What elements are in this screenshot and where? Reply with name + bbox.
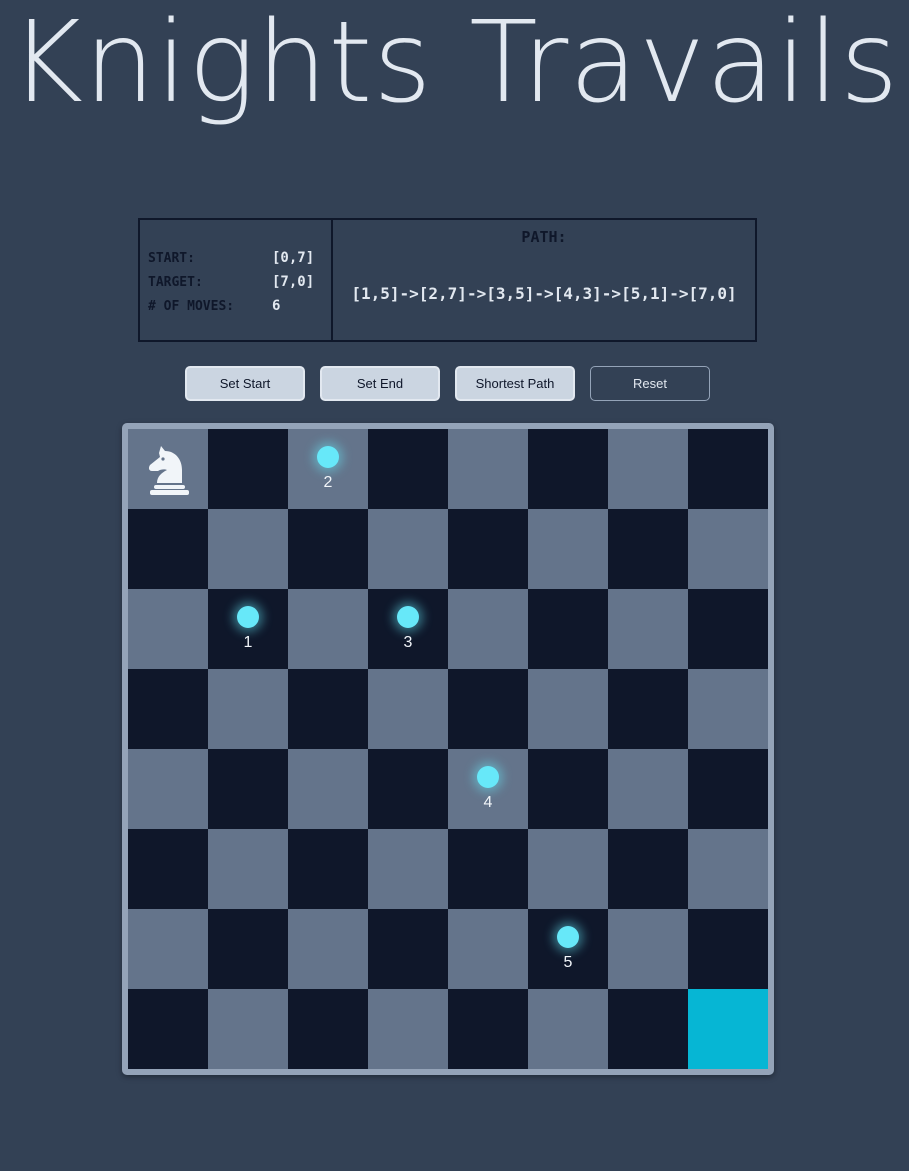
path-step-label: 3 [403,634,413,651]
board-square[interactable] [528,509,608,589]
board-square[interactable] [608,509,688,589]
board-square[interactable] [688,909,768,989]
path-value: [1,5]->[2,7]->[3,5]->[4,3]->[5,1]->[7,0] [351,284,737,303]
path-step-label: 5 [563,954,573,971]
start-label: START: [148,251,195,266]
board-square[interactable] [368,989,448,1069]
board-square[interactable] [608,749,688,829]
path-dot [237,606,259,628]
start-row: START: [0,7] [148,250,314,266]
board-square[interactable] [368,829,448,909]
board-square[interactable] [128,429,208,509]
path-dot [557,926,579,948]
target-label: TARGET: [148,275,203,290]
board-square[interactable] [288,589,368,669]
path-section: PATH: [1,5]->[2,7]->[3,5]->[4,3]->[5,1]-… [333,220,755,340]
board-square[interactable]: 3 [368,589,448,669]
board-square[interactable] [208,829,288,909]
moves-row: # OF MOVES: 6 [148,298,280,314]
board-square[interactable] [688,669,768,749]
board-square[interactable] [368,669,448,749]
board-square[interactable] [528,589,608,669]
board-square[interactable] [448,909,528,989]
board-square[interactable] [608,909,688,989]
board-square[interactable] [528,989,608,1069]
reset-button[interactable]: Reset [590,366,710,401]
board-square[interactable] [688,589,768,669]
board-square[interactable] [368,509,448,589]
board-square[interactable] [448,669,528,749]
moves-label: # OF MOVES: [148,299,235,314]
board-square[interactable] [448,589,528,669]
board-square[interactable] [528,749,608,829]
path-dot [477,766,499,788]
board-square[interactable] [448,509,528,589]
board-square[interactable] [288,989,368,1069]
board-square[interactable]: 4 [448,749,528,829]
board-square[interactable] [528,829,608,909]
board-square[interactable] [608,429,688,509]
board-square[interactable] [288,509,368,589]
board-square[interactable] [608,589,688,669]
info-panel: START: [0,7] TARGET: [7,0] # OF MOVES: 6… [138,218,757,342]
board-square[interactable] [368,429,448,509]
page-title: Knights Travails [9,0,900,128]
board-square[interactable] [688,509,768,589]
board-square[interactable] [608,669,688,749]
path-dot [397,606,419,628]
board-square[interactable] [208,909,288,989]
target-row: TARGET: [7,0] [148,274,314,290]
board-square[interactable] [208,989,288,1069]
set-end-button[interactable]: Set End [320,366,440,401]
board-square[interactable] [288,909,368,989]
board-square[interactable] [688,829,768,909]
board-square[interactable] [368,909,448,989]
board-square[interactable] [688,749,768,829]
board-square[interactable] [528,429,608,509]
path-step-label: 1 [243,634,253,651]
board-square[interactable] [128,989,208,1069]
board-square[interactable] [128,589,208,669]
board-square[interactable] [128,749,208,829]
moves-value: 6 [272,298,281,314]
board-square[interactable] [208,509,288,589]
board-square[interactable] [288,749,368,829]
board-square[interactable]: 1 [208,589,288,669]
board-square[interactable] [448,989,528,1069]
path-step-label: 4 [483,794,493,811]
board-square[interactable] [448,829,528,909]
board-square[interactable] [128,829,208,909]
board-square[interactable]: 2 [288,429,368,509]
board-square[interactable]: 5 [528,909,608,989]
board-square[interactable] [288,669,368,749]
shortest-path-button[interactable]: Shortest Path [455,366,575,401]
path-label: PATH: [521,228,567,246]
target-square[interactable] [688,989,768,1069]
path-dot [317,446,339,468]
board-square[interactable] [208,429,288,509]
board-square[interactable] [688,429,768,509]
start-value: [0,7] [272,250,315,266]
path-step-label: 2 [323,474,333,491]
target-value: [7,0] [272,274,315,290]
board-square[interactable] [448,429,528,509]
board-square[interactable] [208,749,288,829]
board-square[interactable] [128,509,208,589]
board-square[interactable] [368,749,448,829]
board-square[interactable] [608,829,688,909]
board-square[interactable] [608,989,688,1069]
board-square[interactable] [528,669,608,749]
board-square[interactable] [128,669,208,749]
board-square[interactable] [128,909,208,989]
board-square[interactable] [288,829,368,909]
stats-section: START: [0,7] TARGET: [7,0] # OF MOVES: 6 [140,220,333,340]
board-square[interactable] [208,669,288,749]
chess-board: 2 1 3 4 5 [122,423,774,1075]
set-start-button[interactable]: Set Start [185,366,305,401]
chess-knight-icon[interactable] [146,443,190,495]
